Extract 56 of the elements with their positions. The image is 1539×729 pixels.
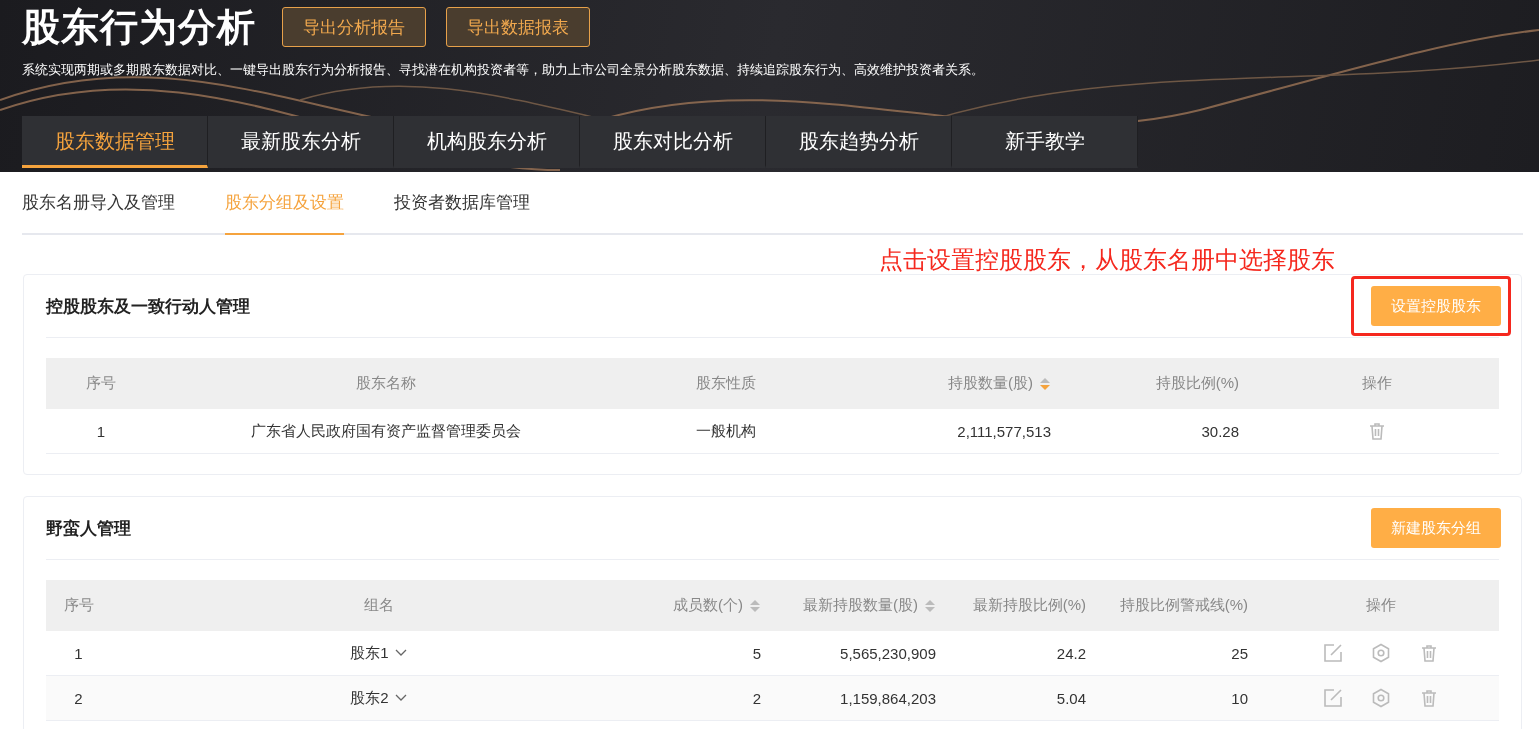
table-cell: 1 <box>74 644 83 662</box>
table-cell: 一般机构 <box>696 421 756 441</box>
edit-icon[interactable] <box>1323 643 1343 663</box>
main-tab[interactable]: 股东对比分析 <box>580 116 766 168</box>
table-cell: 5,565,230,909 <box>840 644 936 662</box>
column-header: 最新持股数量(股) <box>803 596 918 615</box>
export-button[interactable]: 导出数据报表 <box>446 7 590 47</box>
column-header: 最新持股比例(%) <box>972 596 1086 615</box>
column-header: 股东名称 <box>356 374 416 393</box>
settings-icon[interactable] <box>1371 643 1391 663</box>
column-header: 持股数量(股) <box>948 374 1033 393</box>
table-cell: 2 <box>74 689 83 707</box>
sort-icon[interactable] <box>749 598 761 613</box>
sub-tab[interactable]: 投资者数据库管理 <box>394 172 530 235</box>
section-title: 控股股东及一致行动人管理 <box>46 295 250 318</box>
main-tab[interactable]: 股东趋势分析 <box>766 116 952 168</box>
main-tab[interactable]: 最新股东分析 <box>208 116 394 168</box>
table-cell: 广东省人民政府国有资产监督管理委员会 <box>251 421 521 441</box>
trash-icon[interactable] <box>1419 688 1439 708</box>
trash-icon[interactable] <box>1419 643 1439 663</box>
column-header: 组名 <box>363 596 394 615</box>
sort-icon[interactable] <box>1039 376 1051 391</box>
chevron-icon[interactable] <box>394 649 407 657</box>
table-cell: 1 <box>96 422 106 440</box>
column-header: 持股比例(%) <box>1155 374 1239 393</box>
settings-icon[interactable] <box>1371 688 1391 708</box>
column-header: 序号 <box>63 596 94 615</box>
main-tab[interactable]: 新手教学 <box>952 116 1138 168</box>
table-cell: 2,111,577,513 <box>957 422 1051 440</box>
annotation-text: 点击设置控股股东，从股东名册中选择股东 <box>879 245 1336 274</box>
column-header: 成员数(个) <box>673 596 743 615</box>
table-cell: 5 <box>752 644 761 662</box>
sort-icon[interactable] <box>924 598 936 613</box>
page-description: 系统实现两期或多期股东数据对比、一键导出股东行为分析报告、寻找潜在机构投资者等，助力上市公司全景分析股东数据、持续追踪股东行为、高效维护投资者关系。 <box>22 61 985 79</box>
table-cell: 30.28 <box>1201 422 1239 440</box>
sub-tab[interactable]: 股东名册导入及管理 <box>22 172 175 235</box>
table-cell: 24.2 <box>1056 644 1086 662</box>
column-header: 持股比例警戒线(%) <box>1119 596 1248 615</box>
table-cell: 10 <box>1231 689 1248 707</box>
table-cell: 2 <box>752 689 761 707</box>
section-title: 野蛮人管理 <box>46 517 131 540</box>
export-button[interactable]: 导出分析报告 <box>282 7 426 47</box>
table-cell: 股东2 <box>350 688 389 708</box>
column-header: 操作 <box>1361 374 1392 393</box>
column-header: 序号 <box>86 374 116 393</box>
page-title: 股东行为分析 <box>22 4 256 50</box>
column-header: 操作 <box>1366 596 1396 615</box>
table-cell: 股东1 <box>350 643 389 663</box>
table-cell: 25 <box>1231 644 1248 662</box>
main-tab[interactable]: 股东数据管理 <box>22 116 208 168</box>
edit-icon[interactable] <box>1323 688 1343 708</box>
chevron-icon[interactable] <box>394 694 407 702</box>
main-tab[interactable]: 机构股东分析 <box>394 116 580 168</box>
column-header: 股东性质 <box>696 374 756 393</box>
table-cell: 1,159,864,203 <box>840 689 936 707</box>
table-cell: 5.04 <box>1056 689 1086 707</box>
